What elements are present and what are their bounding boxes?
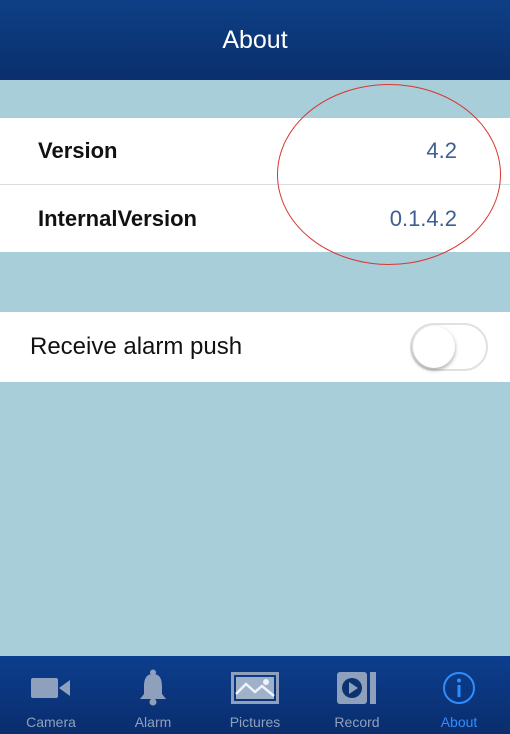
- version-label: Version: [38, 138, 118, 163]
- info-icon: [441, 668, 477, 708]
- bell-icon: [137, 668, 169, 708]
- tab-alarm[interactable]: Alarm: [108, 656, 198, 734]
- record-icon: [335, 668, 379, 708]
- alarm-push-row: Receive alarm push: [0, 312, 510, 382]
- tab-about-label: About: [440, 714, 478, 730]
- picture-icon: [231, 668, 279, 708]
- tab-record[interactable]: Record: [312, 656, 402, 734]
- about-screen: About Version 4.2 InternalVersion 0.1.4.…: [0, 0, 510, 734]
- tab-about[interactable]: About: [414, 656, 504, 734]
- tab-record-label: Record: [334, 714, 380, 730]
- toggle-knob: [413, 326, 455, 368]
- version-info-group: Version 4.2 InternalVersion 0.1.4.2: [0, 118, 510, 252]
- tab-alarm-label: Alarm: [134, 714, 172, 730]
- version-row: Version 4.2: [0, 118, 510, 185]
- alarm-push-toggle[interactable]: [410, 323, 488, 371]
- camera-icon: [29, 668, 73, 708]
- internal-version-label: InternalVersion: [38, 205, 197, 231]
- version-value: 4.2: [426, 138, 457, 163]
- navigation-bar: About: [0, 0, 510, 80]
- internal-version-value: 0.1.4.2: [389, 205, 457, 231]
- page-title: About: [222, 25, 288, 54]
- tab-bar: Camera Alarm Pictures Record About: [0, 656, 510, 734]
- internal-version-row: InternalVersion 0.1.4.2: [0, 185, 510, 252]
- tab-camera[interactable]: Camera: [6, 656, 96, 734]
- tab-pictures[interactable]: Pictures: [210, 656, 300, 734]
- alarm-push-label: Receive alarm push: [30, 333, 243, 360]
- tab-pictures-label: Pictures: [229, 714, 281, 730]
- tab-camera-label: Camera: [26, 714, 76, 730]
